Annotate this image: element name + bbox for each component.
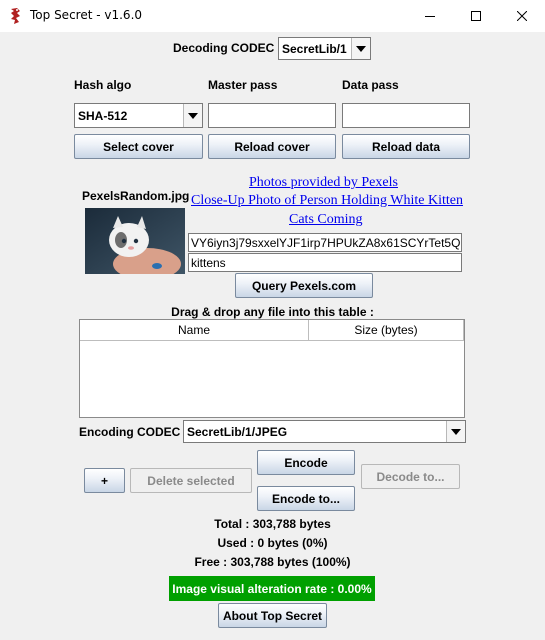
free-bytes-text: Free : 303,788 bytes (100%) — [194, 555, 351, 569]
hash-algo-select[interactable]: SHA-512 — [74, 103, 203, 128]
used-bytes-text: Used : 0 bytes (0%) — [217, 536, 328, 550]
data-pass-field[interactable] — [342, 103, 470, 128]
cover-thumbnail — [85, 208, 185, 274]
decoding-codec-value: SecretLib/1 — [282, 41, 347, 56]
chevron-down-icon[interactable] — [351, 38, 370, 59]
alteration-rate-badge: Image visual alteration rate : 0.00% — [169, 576, 375, 601]
hash-algo-label: Hash algo — [74, 78, 132, 92]
pexels-api-key-field[interactable]: VY6iyn3j79sxxelYJF1irp7HPUkZA8x61SCYrTet… — [188, 233, 462, 252]
reload-cover-button[interactable]: Reload cover — [208, 134, 336, 159]
file-table[interactable]: Name Size (bytes) — [79, 319, 465, 418]
master-pass-field[interactable] — [208, 103, 336, 128]
about-button[interactable]: About Top Secret — [218, 603, 327, 628]
decoding-codec-select[interactable]: SecretLib/1 — [278, 37, 371, 60]
query-pexels-button[interactable]: Query Pexels.com — [235, 273, 373, 298]
minimize-button[interactable] — [407, 0, 453, 32]
close-button[interactable] — [499, 0, 545, 32]
red-dragon-icon — [8, 7, 24, 25]
maximize-button[interactable] — [453, 0, 499, 32]
reload-data-button[interactable]: Reload data — [342, 134, 470, 159]
encode-button[interactable]: Encode — [257, 450, 355, 475]
cover-filename: PexelsRandom.jpg — [82, 189, 190, 203]
window-title: Top Secret - v1.6.0 — [30, 8, 143, 22]
encoding-codec-label: Encoding CODEC : — [79, 425, 188, 439]
add-file-button[interactable]: + — [84, 468, 125, 493]
photo-title-link-line1[interactable]: Close-Up Photo of Person Holding White K… — [191, 193, 463, 209]
pexels-credit-link[interactable]: Photos provided by Pexels — [249, 175, 398, 191]
column-header-size[interactable]: Size (bytes) — [309, 320, 464, 341]
total-bytes-text: Total : 303,788 bytes — [214, 517, 331, 531]
maximize-icon — [471, 11, 481, 21]
chevron-down-icon[interactable] — [183, 104, 202, 127]
encoding-codec-value: SecretLib/1/JPEG — [187, 424, 288, 439]
chevron-down-icon[interactable] — [446, 421, 465, 442]
encode-to-button[interactable]: Encode to... — [257, 486, 355, 511]
delete-selected-button[interactable]: Delete selected — [130, 468, 252, 493]
pexels-query-field[interactable]: kittens — [188, 253, 462, 272]
photo-title-link-line2[interactable]: Cats Coming — [289, 212, 363, 228]
close-icon — [517, 11, 527, 21]
data-pass-label: Data pass — [342, 78, 399, 92]
select-cover-button[interactable]: Select cover — [74, 134, 203, 159]
encoding-codec-select[interactable]: SecretLib/1/JPEG — [183, 420, 466, 443]
hash-algo-value: SHA-512 — [78, 108, 128, 123]
column-header-name[interactable]: Name — [80, 320, 309, 341]
minimize-icon — [425, 16, 435, 17]
decode-to-button[interactable]: Decode to... — [361, 464, 460, 489]
title-bar[interactable]: Top Secret - v1.6.0 — [0, 0, 545, 32]
master-pass-label: Master pass — [208, 78, 278, 92]
decoding-codec-label: Decoding CODEC : — [173, 41, 282, 55]
table-caption: Drag & drop any file into this table : — [171, 305, 374, 319]
